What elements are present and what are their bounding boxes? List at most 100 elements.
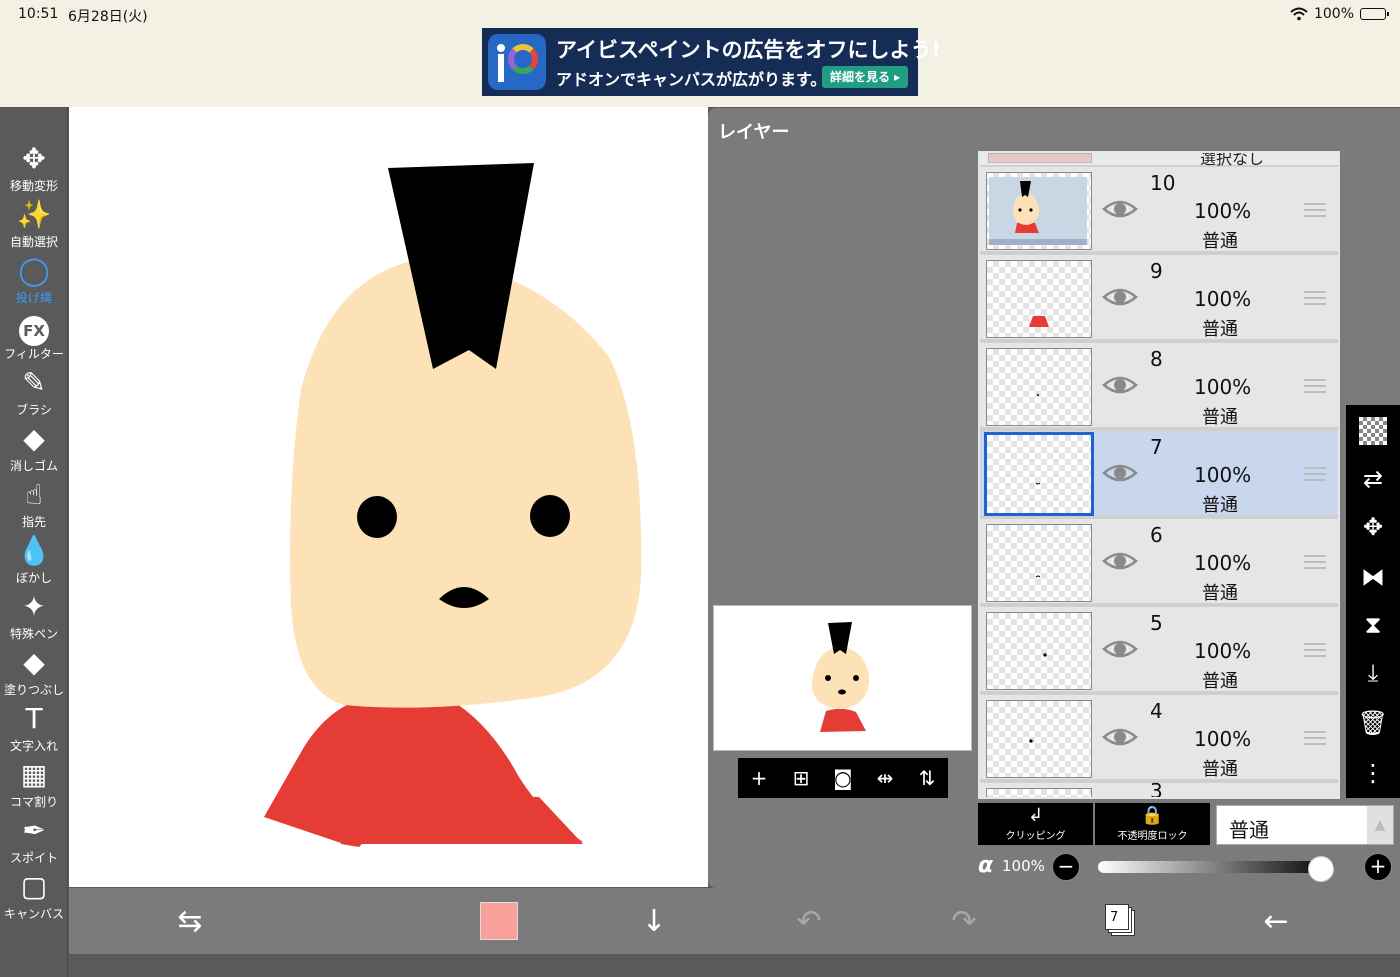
- drag-handle-icon[interactable]: [1304, 203, 1326, 217]
- transparent-fill-button[interactable]: [1346, 409, 1400, 453]
- layer-row[interactable]: 9 100% 普通: [980, 255, 1338, 341]
- tool-magic-wand[interactable]: ✨ 自動選択: [0, 197, 68, 253]
- layer-thumbnail[interactable]: [986, 260, 1092, 338]
- lasso-icon: ◯: [18, 254, 50, 287]
- visibility-eye-icon[interactable]: [1102, 725, 1138, 749]
- layer-partial-top[interactable]: 選択なし: [980, 153, 1338, 168]
- blend-mode-select[interactable]: 普通 ▲: [1216, 805, 1394, 845]
- merge-down-button[interactable]: ⤓: [1346, 651, 1400, 695]
- tool-fx-filter[interactable]: FX フィルター: [0, 309, 68, 365]
- tool-fill-bucket[interactable]: ◆ 塗りつぶし: [0, 645, 68, 701]
- layer-thumbnail[interactable]: [986, 348, 1092, 426]
- layer-convert-button[interactable]: ⇄: [1346, 457, 1400, 501]
- visibility-eye-icon[interactable]: [1102, 549, 1138, 573]
- opacity-decrease-button[interactable]: −: [1052, 853, 1080, 881]
- visibility-eye-icon[interactable]: [1102, 285, 1138, 309]
- tool-text[interactable]: T 文字入れ: [0, 701, 68, 757]
- drag-handle-icon[interactable]: [1304, 467, 1326, 481]
- layer-thumbnail[interactable]: [986, 172, 1092, 250]
- tool-move-transform[interactable]: ✥ 移動変形: [0, 141, 68, 197]
- blur-drop-icon: 💧: [16, 534, 52, 567]
- right-eye: [530, 495, 570, 537]
- opacity-slider[interactable]: [1098, 856, 1334, 882]
- tool-canvas[interactable]: ▢ キャンバス: [0, 869, 68, 925]
- tool-label: フィルター: [4, 347, 64, 361]
- logo-i-dot: [497, 44, 505, 52]
- ad-banner[interactable]: アイビスペイントの広告をオフにしよう! アドオンでキャンバスが広がります。 詳細…: [482, 28, 941, 96]
- clipping-button[interactable]: ↲ クリッピング: [978, 803, 1093, 845]
- ad-detail-button[interactable]: 詳細を見る ▸: [822, 66, 909, 88]
- tool-frame-divider[interactable]: ▦ コマ割り: [0, 757, 68, 813]
- layer-blend-mode: 普通: [1202, 231, 1238, 252]
- battery-percent: 100%: [1313, 6, 1354, 22]
- flip-vertical-icon[interactable]: ⇅: [913, 766, 941, 790]
- visibility-eye-icon[interactable]: [1102, 637, 1138, 661]
- layer-thumbnail[interactable]: [986, 700, 1092, 778]
- layers-button[interactable]: 7: [1105, 904, 1135, 936]
- layer-row[interactable]: 5 100% 普通: [980, 607, 1338, 693]
- layer-move-button[interactable]: ✥: [1346, 505, 1400, 549]
- alpha-lock-button[interactable]: 🔒 不透明度ロック: [1095, 803, 1210, 845]
- brush-eraser-swap-button[interactable]: ⇆: [165, 896, 215, 946]
- tool-brush[interactable]: ✎ ブラシ: [0, 365, 68, 421]
- preview-artwork: [812, 622, 870, 732]
- layer-row[interactable]: 8 100% 普通: [980, 343, 1338, 429]
- visibility-eye-icon[interactable]: [1102, 461, 1138, 485]
- drag-handle-icon[interactable]: [1304, 291, 1326, 305]
- add-special-layer-icon[interactable]: ⊞: [787, 766, 815, 790]
- tool-label: スポイト: [9, 851, 58, 865]
- undo-button[interactable]: ↶: [784, 896, 834, 946]
- more-options-button[interactable]: ⋮: [1346, 751, 1400, 795]
- drag-handle-icon[interactable]: [1304, 731, 1326, 745]
- layer-blend-mode: 普通: [1202, 407, 1238, 428]
- add-layer-icon[interactable]: +: [745, 766, 773, 790]
- tool-eyedropper[interactable]: ✒ スポイト: [0, 813, 68, 869]
- tool-special-pen[interactable]: ✦ 特殊ペン: [0, 589, 68, 645]
- visibility-eye-icon[interactable]: [1102, 197, 1138, 221]
- layer-row[interactable]: 4 100% 普通: [980, 695, 1338, 781]
- eraser-icon: ◆: [23, 422, 45, 455]
- current-color-swatch[interactable]: [480, 902, 518, 940]
- flip-horizontal-icon[interactable]: ⇹: [871, 766, 899, 790]
- opacity-increase-button[interactable]: +: [1364, 853, 1392, 881]
- blend-mode-value: 普通: [1229, 818, 1269, 842]
- tool-label: コマ割り: [9, 795, 58, 809]
- layer-thumbnail[interactable]: [986, 612, 1092, 690]
- layer-partial-bottom[interactable]: 3: [980, 779, 1338, 797]
- download-arrow-button[interactable]: ↓: [629, 896, 679, 946]
- opacity-slider-knob[interactable]: [1308, 856, 1334, 882]
- undo-icon: ↶: [796, 903, 822, 939]
- back-button[interactable]: ←: [1251, 896, 1301, 946]
- drag-handle-icon[interactable]: [1304, 379, 1326, 393]
- layer-thumbnail[interactable]: [986, 788, 1092, 797]
- layer-flip-h-button[interactable]: ⧓: [1346, 555, 1400, 599]
- layer-number: 9: [1150, 259, 1163, 283]
- layer-opacity: 100%: [1194, 375, 1252, 399]
- alpha-lock-icon: 🔒: [1141, 805, 1164, 826]
- tool-eraser[interactable]: ◆ 消しゴム: [0, 421, 68, 477]
- layer-row[interactable]: 6 100% 普通: [980, 519, 1338, 605]
- layer-row[interactable]: 10 100% 普通: [980, 167, 1338, 253]
- layer-thumbnail[interactable]: [984, 432, 1094, 516]
- visibility-eye-icon[interactable]: [1102, 373, 1138, 397]
- canvas-preview[interactable]: [713, 605, 972, 751]
- layer-count: 7: [1110, 910, 1119, 925]
- layer-number: 7: [1150, 435, 1163, 459]
- flip-vertical-icon: ⧗: [1364, 611, 1382, 639]
- merge-down-icon: ⤓: [1367, 659, 1379, 687]
- delete-layer-button[interactable]: 🗑: [1346, 701, 1400, 745]
- tool-lasso[interactable]: ◯ 投げ縄: [0, 253, 68, 309]
- layer-flip-v-button[interactable]: ⧗: [1346, 603, 1400, 647]
- drag-handle-icon[interactable]: [1304, 555, 1326, 569]
- layer-opacity: 100%: [1194, 463, 1252, 487]
- ibis-paint-logo-icon: [488, 34, 546, 90]
- tool-blur-drop[interactable]: 💧 ぼかし: [0, 533, 68, 589]
- layer-thumbnail[interactable]: [986, 524, 1092, 602]
- drag-handle-icon[interactable]: [1304, 643, 1326, 657]
- redo-button[interactable]: ↷: [939, 896, 989, 946]
- drawing-canvas[interactable]: [69, 107, 708, 887]
- brush-eraser-swap-icon: ⇆: [177, 903, 203, 939]
- layer-row[interactable]: 7 100% 普通: [980, 431, 1338, 517]
- camera-import-icon[interactable]: ◙: [829, 766, 857, 790]
- tool-smudge-finger[interactable]: ☝ 指先: [0, 477, 68, 533]
